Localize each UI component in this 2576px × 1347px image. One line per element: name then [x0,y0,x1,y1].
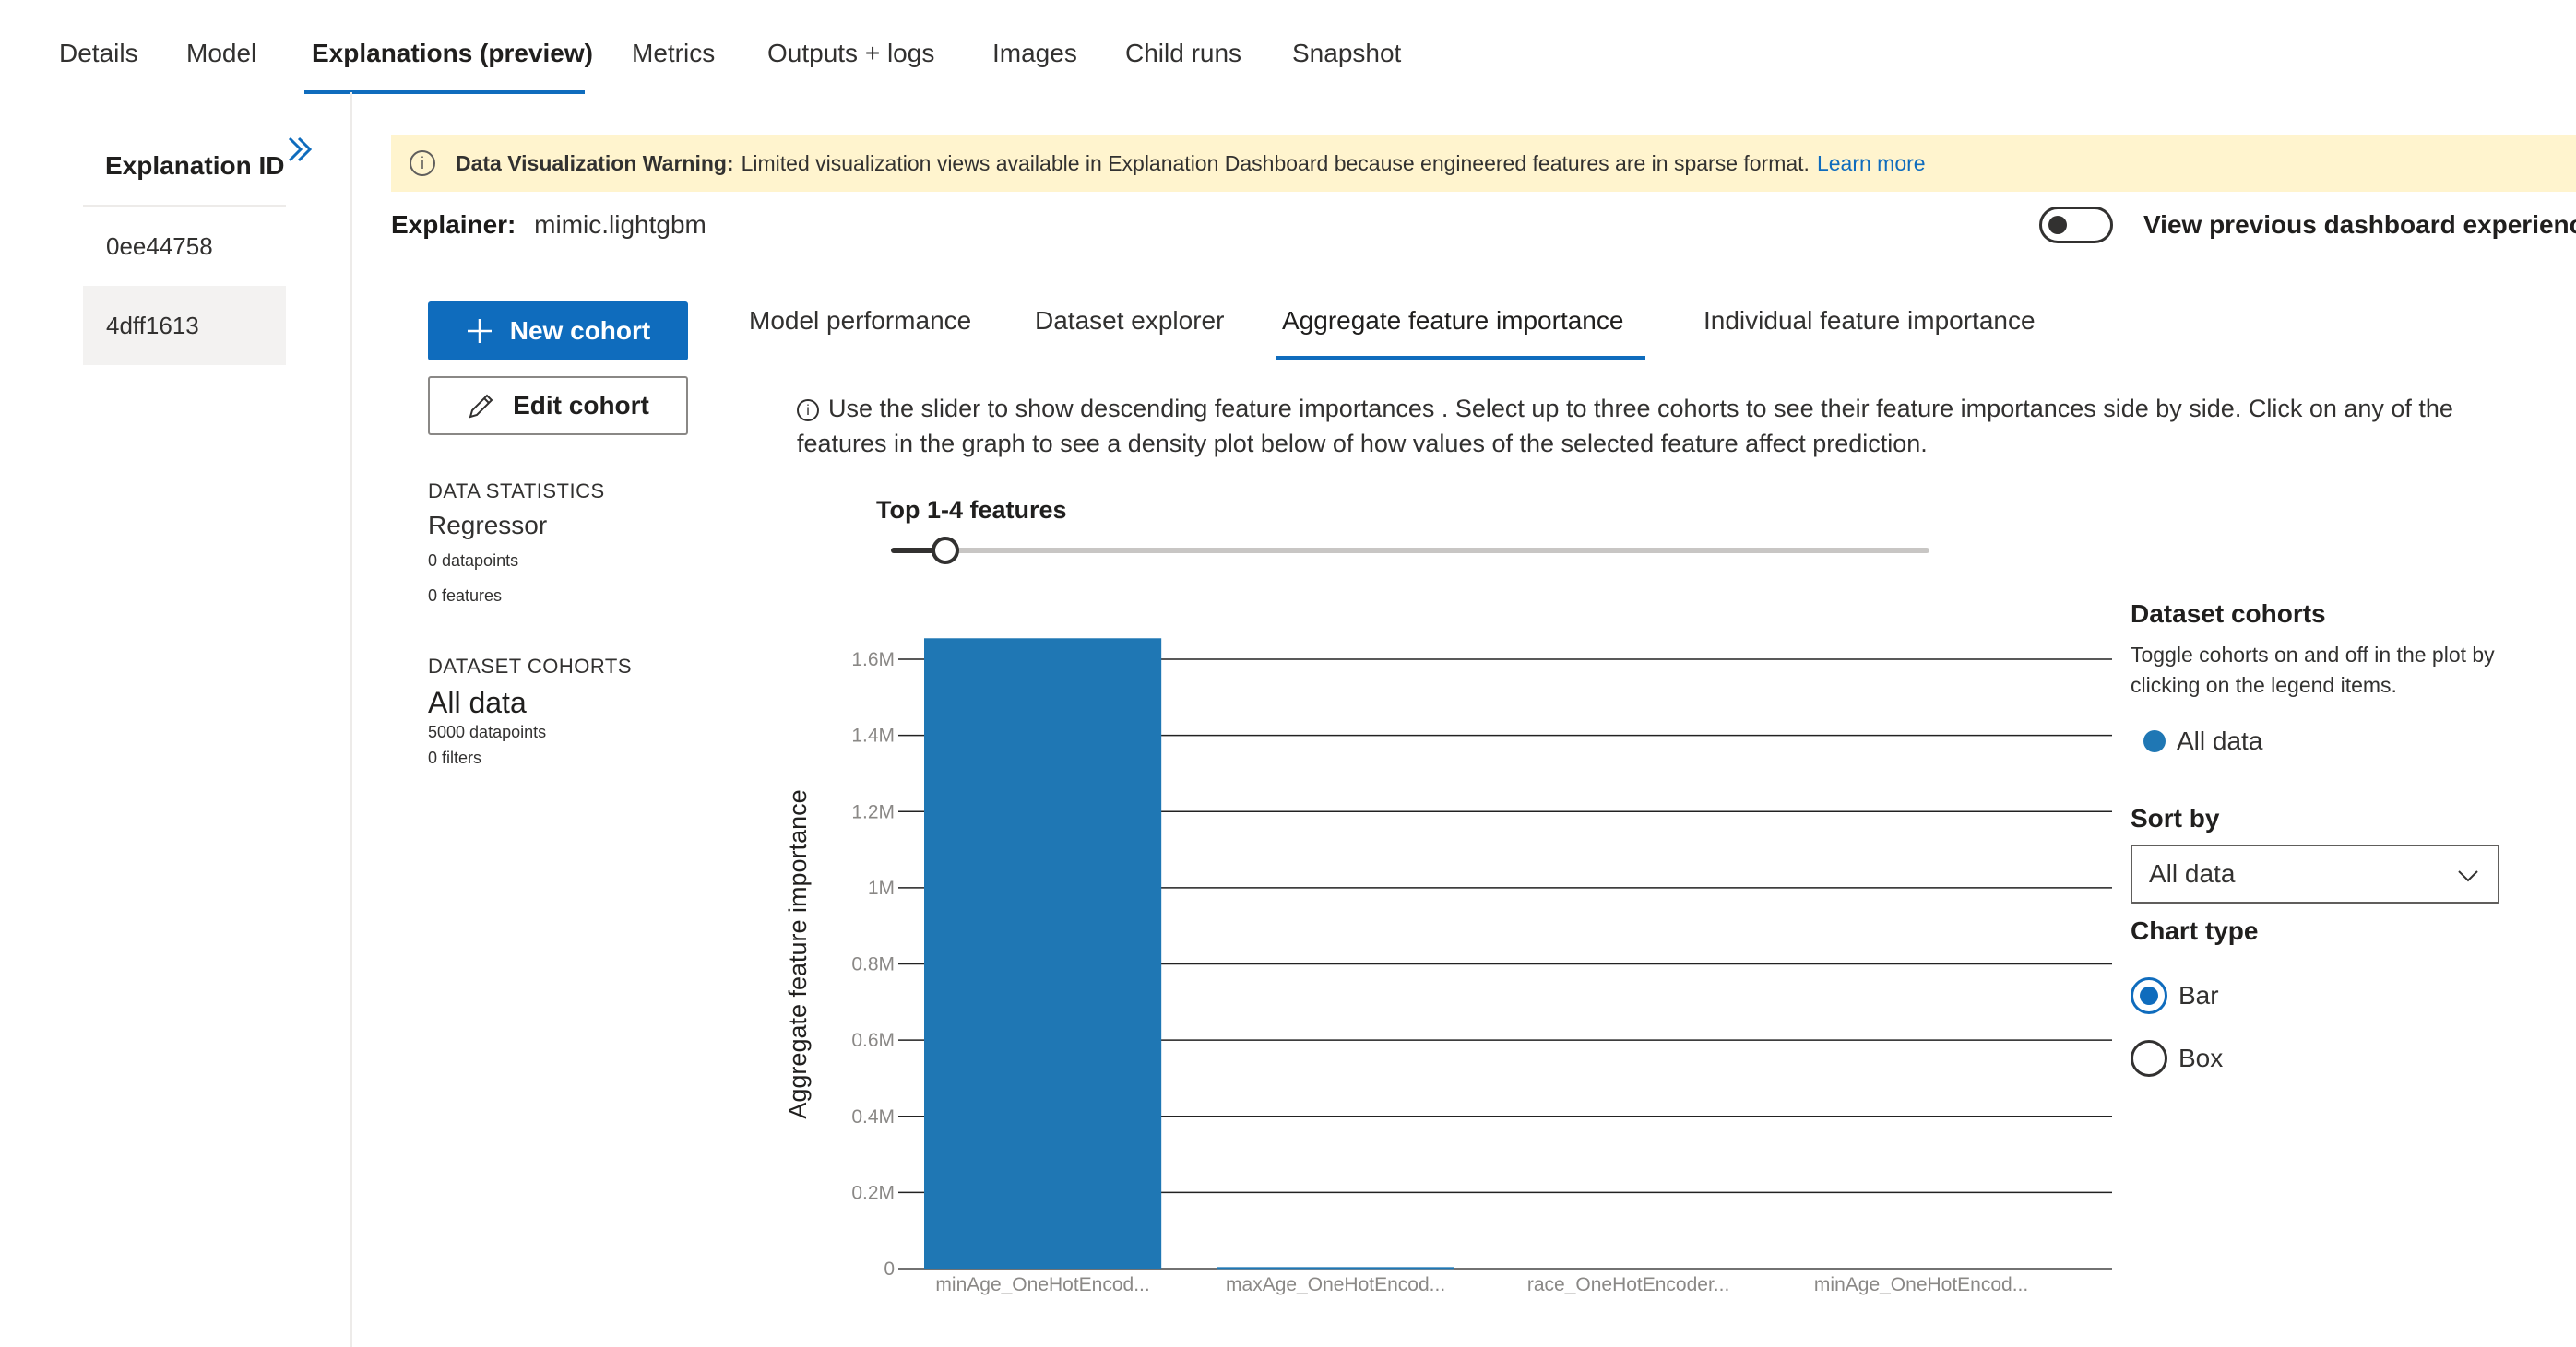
radio-box-label: Box [2178,1044,2224,1072]
datapoints-count: 0 datapoints [428,551,519,570]
explanation-item-selected[interactable]: 4dff1613 [83,286,286,365]
radio-bar[interactable] [2131,977,2167,1014]
tab-snapshot[interactable]: Snapshot [1292,39,1401,68]
chart-x-labels: minAge_OneHotEncod... maxAge_OneHotEncod.… [935,1274,2028,1295]
active-tab-indicator [304,90,585,94]
feature-slider-thumb[interactable] [932,537,959,564]
new-cohort-label: New cohort [509,316,651,345]
y-tick-label: 1.4M [851,726,895,747]
tab-details[interactable]: Details [59,39,138,68]
banner-message: Limited visualization views available in… [741,150,1810,175]
banner-title: Data Visualization Warning: [456,150,734,175]
chart-y-axis-label: Aggregate feature importance [784,789,812,1118]
x-tick-label[interactable]: maxAge_OneHotEncod... [1226,1274,1445,1295]
previous-dashboard-toggle[interactable] [2039,207,2113,243]
y-tick-label: 0.2M [851,1182,895,1203]
y-tick-label: 0.6M [851,1030,895,1051]
sort-by-value: All data [2149,859,2236,888]
tab-child-runs[interactable]: Child runs [1125,39,1241,68]
double-chevron-right-icon[interactable] [284,133,317,171]
tab-individual-feature-importance[interactable]: Individual feature importance [1703,306,2036,336]
x-tick-label[interactable]: race_OneHotEncoder... [1527,1274,1729,1295]
info-icon: i [797,399,819,421]
plus-icon [467,319,492,343]
y-tick-label: 1M [868,878,895,899]
cohort-datapoints: 5000 datapoints [428,723,547,741]
explanation-item[interactable]: 0ee44758 [83,207,286,286]
chevron-down-icon [2458,870,2478,882]
tab-model-performance[interactable]: Model performance [749,306,971,336]
y-tick-label: 0.4M [851,1106,895,1128]
explainer-row: Explainer: mimic.lightgbm [391,210,706,240]
tab-dataset-explorer[interactable]: Dataset explorer [1035,306,1224,336]
features-count: 0 features [428,586,503,605]
radio-box[interactable] [2131,1040,2167,1077]
x-tick-label[interactable]: minAge_OneHotEncod... [935,1274,1149,1295]
sort-by-label: Sort by [2131,804,2220,833]
chart-type-label: Chart type [2131,916,2259,945]
y-tick-label: 1.6M [851,649,895,670]
explainer-label: Explainer: [391,210,516,239]
chart-bars [924,638,1454,1270]
legend-item-all-data[interactable]: All data [2177,727,2262,756]
x-tick-label[interactable]: minAge_OneHotEncod... [1814,1274,2028,1295]
legend-instructions: Toggle cohorts on and off in the plot by… [2131,643,2495,697]
tab-images[interactable]: Images [992,39,1077,68]
explainer-value: mimic.lightgbm [534,210,706,239]
y-tick-label: 0.8M [851,954,895,975]
edit-cohort-button[interactable]: Edit cohort [428,376,688,435]
y-tick-label: 1.2M [851,801,895,822]
learn-more-link[interactable]: Learn more [1817,151,1926,176]
slider-label: Top 1-4 features [876,496,1067,524]
radio-bar-label: Bar [2178,981,2219,1010]
tab-explanations[interactable]: Explanations (preview) [312,39,593,68]
y-tick-label: 0 [884,1258,895,1280]
toggle-knob [2048,216,2067,234]
active-dashboard-tab-indicator [1276,356,1645,360]
edit-cohort-label: Edit cohort [513,391,649,419]
cohort-name: All data [428,686,527,719]
new-cohort-button[interactable]: New cohort [428,301,688,360]
warning-banner: i Data Visualization Warning: Limited vi… [391,135,2576,192]
info-icon: i [410,150,435,176]
tab-metrics[interactable]: Metrics [632,39,715,68]
pencil-icon [469,394,493,419]
data-statistics-heading: DATA STATISTICS [428,479,605,502]
legend-dot[interactable] [2143,730,2166,752]
legend-title: Dataset cohorts [2131,599,2326,628]
cohort-filters: 0 filters [428,749,482,767]
bar[interactable] [1217,1267,1454,1270]
feature-importance-chart: 0 0.2M 0.4M 0.6M 0.8M 1M 1.2M 1.4M 1.6M minAge_O… [784,638,2112,1295]
model-type: Regressor [428,511,548,539]
tab-outputs-logs[interactable]: Outputs + logs [767,39,934,68]
column-divider [350,92,352,1347]
instructions-body: Use the slider to show descending featur… [797,395,2453,457]
tab-model[interactable]: Model [186,39,256,68]
feature-slider-track[interactable] [891,548,1929,553]
explanation-id-header: Explanation ID [105,151,285,180]
tab-aggregate-feature-importance[interactable]: Aggregate feature importance [1282,306,1623,336]
instructions-text: i Use the slider to show descending featu… [797,391,2494,461]
dataset-cohorts-heading: DATASET COHORTS [428,655,633,678]
sort-by-dropdown[interactable]: All data [2131,845,2499,904]
toggle-label: View previous dashboard experience [2143,210,2576,239]
bar[interactable] [924,638,1162,1269]
